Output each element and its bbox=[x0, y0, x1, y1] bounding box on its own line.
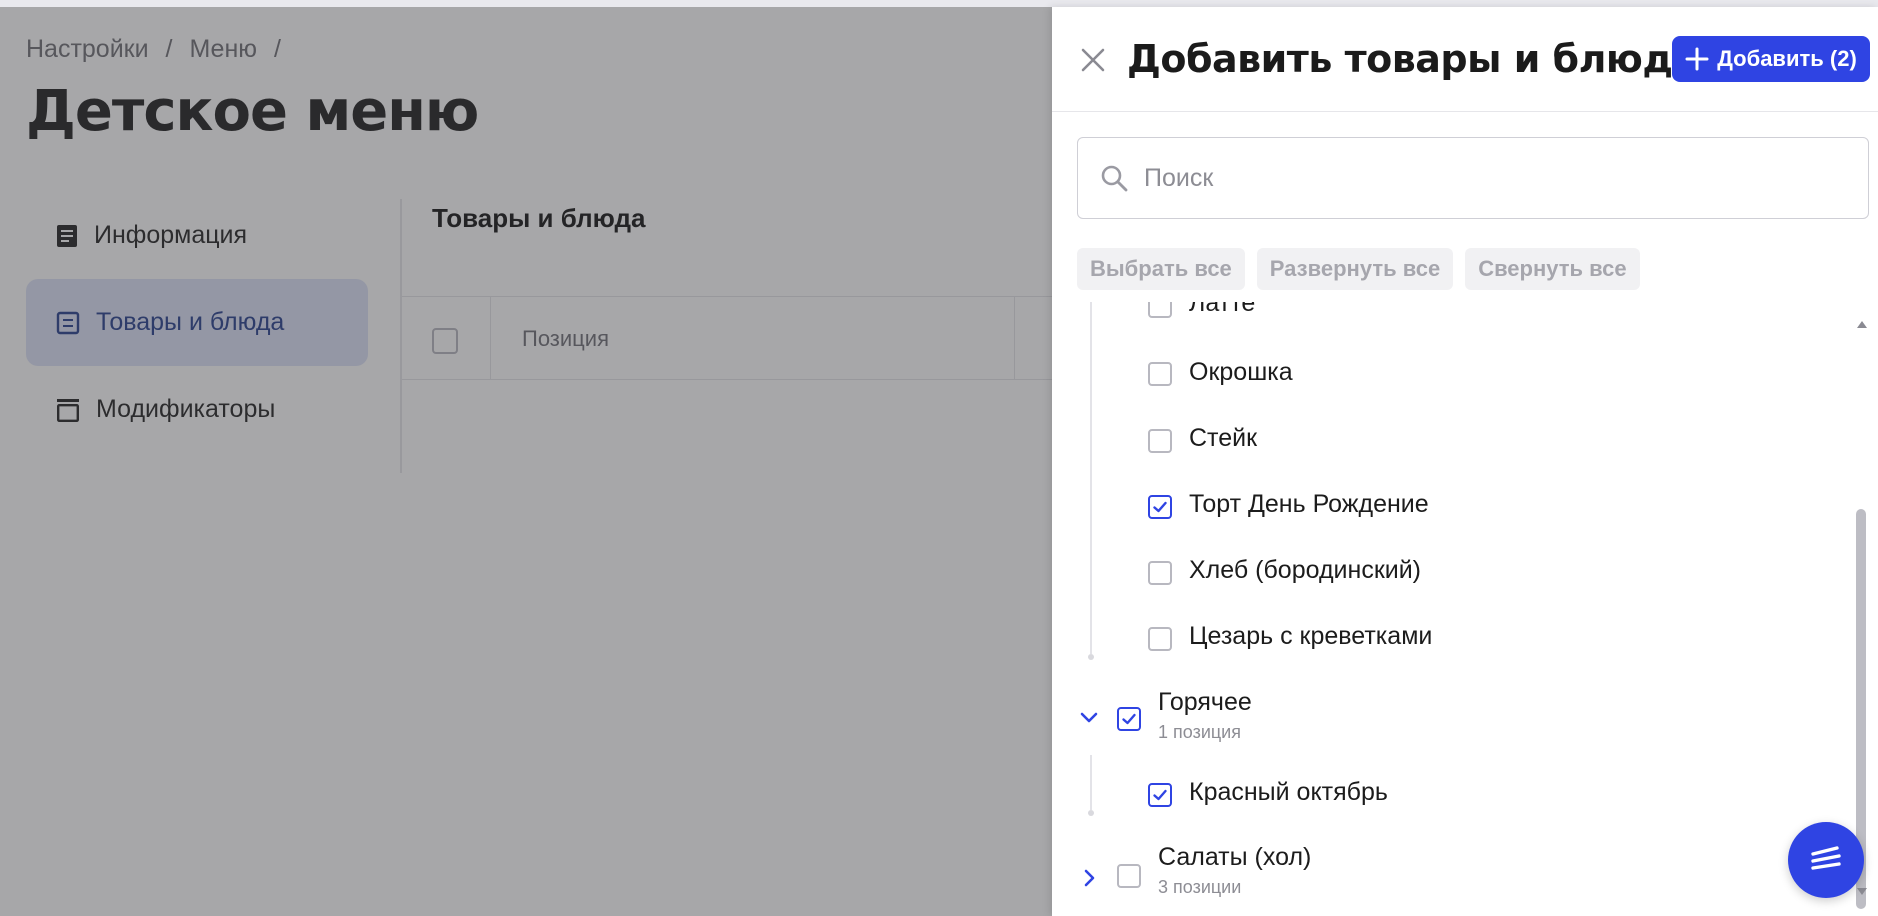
close-icon bbox=[1081, 48, 1105, 72]
tree-line bbox=[1090, 302, 1092, 654]
item-label: Окрошка bbox=[1189, 358, 1293, 386]
check-icon bbox=[1153, 501, 1167, 513]
tree-line-end bbox=[1088, 654, 1094, 660]
item-checkbox[interactable] bbox=[1148, 302, 1172, 318]
drawer-header: Добавить товары и блюда Добавить (2) bbox=[1052, 7, 1878, 112]
item-checkbox[interactable] bbox=[1148, 429, 1172, 453]
collapse-all-button[interactable]: Свернуть все bbox=[1465, 248, 1640, 290]
item-checkbox[interactable] bbox=[1148, 783, 1172, 807]
item-label: Красный октябрь bbox=[1189, 778, 1388, 806]
group-count: 1 позиция bbox=[1158, 722, 1241, 742]
item-checkbox[interactable] bbox=[1148, 627, 1172, 651]
add-button[interactable]: Добавить (2) bbox=[1672, 36, 1870, 82]
window-top-border bbox=[0, 0, 1878, 7]
tree-line-end bbox=[1088, 810, 1094, 816]
expand-all-button[interactable]: Развернуть все bbox=[1256, 248, 1454, 290]
item-label: Хлеб (бородинский) bbox=[1189, 556, 1422, 584]
drawer-title: Добавить товары и блюда bbox=[1127, 37, 1698, 81]
group-label: Салаты (хол) bbox=[1158, 843, 1312, 871]
product-tree: Латте Окрошка Стейк Торт День Рождение Х… bbox=[1052, 302, 1852, 916]
check-icon bbox=[1153, 789, 1167, 801]
bulk-actions: Выбрать все Развернуть все Свернуть все bbox=[1077, 248, 1640, 290]
close-button[interactable] bbox=[1074, 41, 1112, 79]
search-input[interactable] bbox=[1142, 162, 1826, 194]
scroll-down-arrow[interactable] bbox=[1856, 887, 1868, 897]
group-count: 3 позиции bbox=[1158, 877, 1242, 897]
check-icon bbox=[1122, 713, 1136, 725]
item-label: Цезарь с креветками bbox=[1189, 622, 1433, 650]
tree-line bbox=[1090, 755, 1092, 810]
chevron-down-icon[interactable] bbox=[1079, 711, 1099, 725]
search-icon bbox=[1101, 165, 1128, 192]
item-label: Латте bbox=[1189, 302, 1256, 317]
chevron-right-icon[interactable] bbox=[1083, 868, 1097, 888]
add-products-drawer: Добавить товары и блюда Добавить (2) Выб… bbox=[1052, 7, 1878, 916]
item-checkbox[interactable] bbox=[1148, 362, 1172, 386]
scroll-up-arrow[interactable] bbox=[1856, 319, 1868, 329]
group-checkbox[interactable] bbox=[1117, 864, 1141, 888]
item-label: Стейк bbox=[1189, 424, 1258, 452]
group-checkbox[interactable] bbox=[1117, 707, 1141, 731]
chat-lines-icon bbox=[1811, 846, 1841, 870]
plus-icon bbox=[1685, 47, 1709, 71]
item-checkbox[interactable] bbox=[1148, 495, 1172, 519]
select-all-button[interactable]: Выбрать все bbox=[1077, 248, 1245, 290]
item-label: Торт День Рождение bbox=[1189, 490, 1429, 518]
item-checkbox[interactable] bbox=[1148, 561, 1172, 585]
add-button-label: Добавить (2) bbox=[1717, 46, 1857, 71]
search-box[interactable] bbox=[1077, 137, 1869, 219]
group-label: Горячее bbox=[1158, 688, 1252, 716]
modal-overlay[interactable] bbox=[0, 7, 1052, 916]
help-chat-button[interactable] bbox=[1788, 822, 1864, 898]
